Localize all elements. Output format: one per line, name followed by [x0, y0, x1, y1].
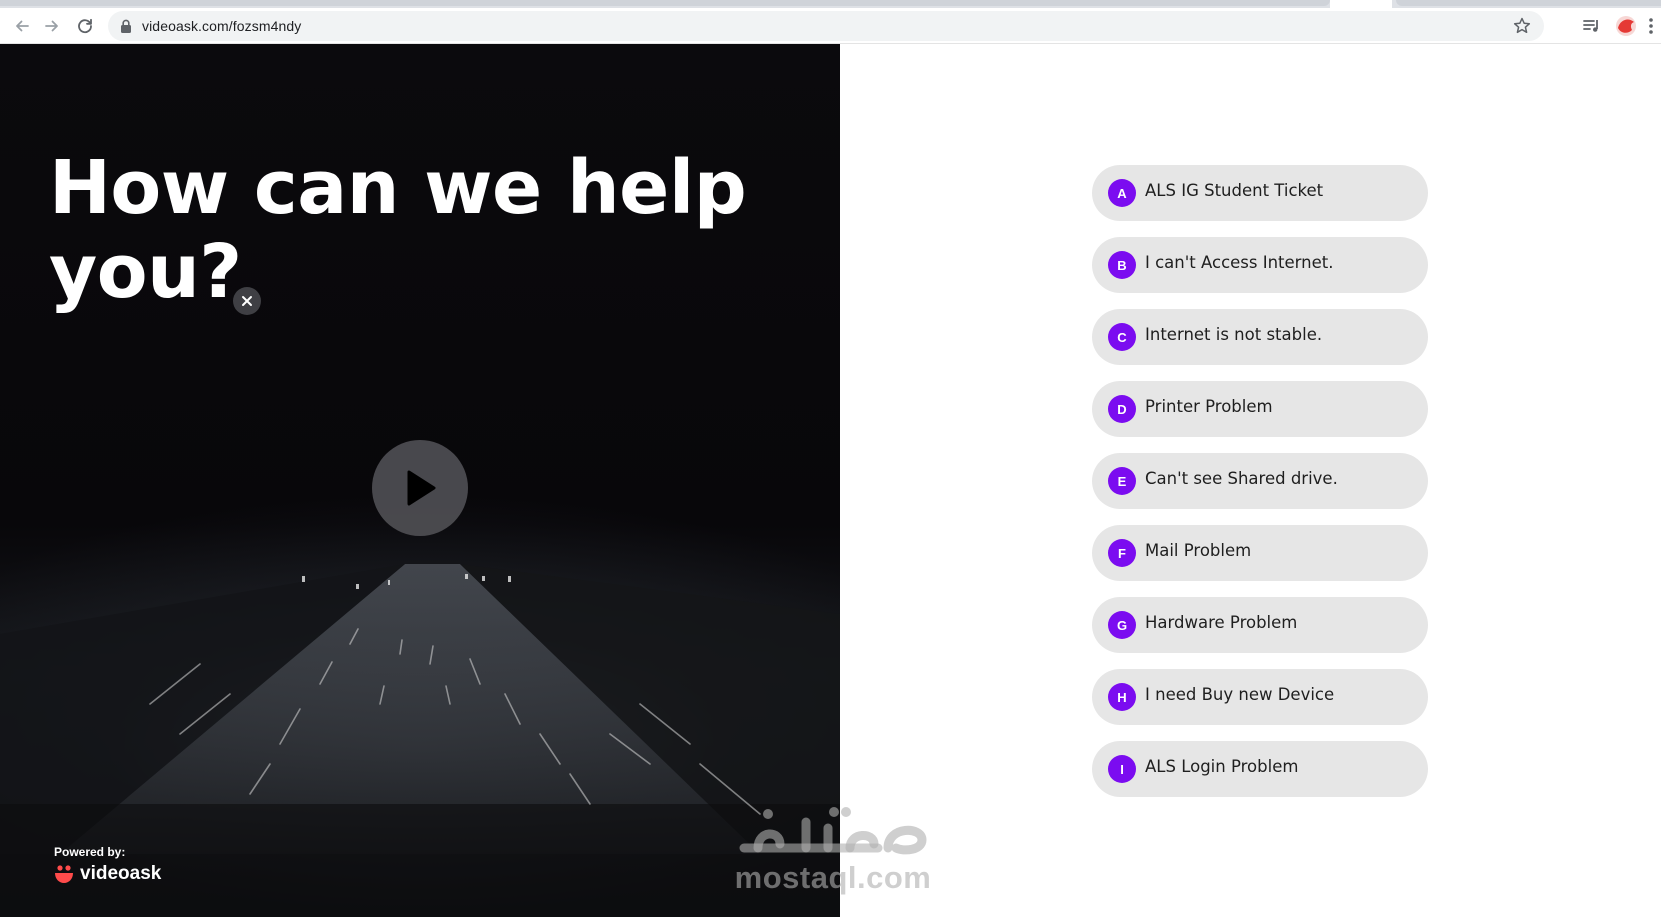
- arrow-right-icon: [45, 20, 58, 32]
- page-title: How can we help you?: [49, 145, 747, 315]
- option-letter-badge: G: [1108, 611, 1136, 639]
- profile-avatar-icon: [1616, 16, 1636, 36]
- option-label: I need Buy new Device: [1145, 685, 1335, 704]
- mostaql-logo: [739, 807, 927, 855]
- play-icon: [407, 470, 436, 506]
- option-letter-badge: B: [1108, 251, 1136, 279]
- videoask-logo[interactable]: videoask: [54, 862, 161, 886]
- media-queue-icon: [1583, 20, 1598, 32]
- option-f[interactable]: F Mail Problem: [1092, 525, 1428, 581]
- back-button[interactable]: [10, 14, 34, 38]
- option-letter-badge: D: [1108, 395, 1136, 423]
- option-h[interactable]: H I need Buy new Device: [1092, 669, 1428, 725]
- option-letter-badge: E: [1108, 467, 1136, 495]
- inactive-tabs-right[interactable]: [1396, 0, 1661, 6]
- option-label: ALS IG Student Ticket: [1145, 181, 1324, 200]
- option-b[interactable]: B I can't Access Internet.: [1092, 237, 1428, 293]
- option-label: Internet is not stable.: [1145, 325, 1323, 344]
- option-letter-badge: F: [1108, 539, 1136, 567]
- video-panel[interactable]: How can we help you? Powered by: videoas…: [0, 44, 840, 917]
- option-letter-badge: C: [1108, 323, 1136, 351]
- option-label: I can't Access Internet.: [1145, 253, 1334, 272]
- powered-by-label: Powered by:: [54, 845, 126, 859]
- close-button[interactable]: [233, 287, 261, 315]
- url-text[interactable]: videoask.com/fozsm4ndy: [142, 18, 301, 34]
- browser-toolbar: videoask.com/fozsm4ndy: [0, 8, 1661, 44]
- option-e[interactable]: E Can't see Shared drive.: [1092, 453, 1428, 509]
- media-queue-button[interactable]: [1580, 14, 1604, 38]
- lock-icon[interactable]: [120, 19, 132, 33]
- option-label: Hardware Problem: [1145, 613, 1298, 632]
- answer-options: A ALS IG Student Ticket B I can't Access…: [1092, 165, 1428, 813]
- kebab-menu-icon: [1649, 18, 1653, 34]
- watermark-text: mostaql.com: [734, 860, 932, 895]
- tab-strip: [0, 0, 1661, 8]
- option-c[interactable]: C Internet is not stable.: [1092, 309, 1428, 365]
- option-a[interactable]: A ALS IG Student Ticket: [1092, 165, 1428, 221]
- profile-button[interactable]: [1614, 14, 1638, 38]
- option-label: Mail Problem: [1145, 541, 1252, 560]
- arrow-left-icon: [16, 20, 29, 32]
- option-i[interactable]: I ALS Login Problem: [1092, 741, 1428, 797]
- active-tab[interactable]: [1330, 0, 1392, 8]
- forward-button[interactable]: [40, 14, 64, 38]
- reload-button[interactable]: [73, 14, 97, 38]
- mostaql-watermark: mostaql.com: [728, 800, 938, 900]
- option-letter-badge: I: [1108, 755, 1136, 783]
- brand-name: videoask: [80, 863, 162, 884]
- option-d[interactable]: D Printer Problem: [1092, 381, 1428, 437]
- browser-menu-button[interactable]: [1644, 14, 1658, 38]
- close-icon: [242, 296, 252, 306]
- option-label: Can't see Shared drive.: [1145, 469, 1338, 488]
- option-label: ALS Login Problem: [1145, 757, 1299, 776]
- option-g[interactable]: G Hardware Problem: [1092, 597, 1428, 653]
- play-button[interactable]: [372, 440, 468, 536]
- option-letter-badge: A: [1108, 179, 1136, 207]
- videoask-logo-icon: [55, 865, 73, 883]
- reload-icon: [78, 18, 92, 34]
- inactive-tabs[interactable]: [0, 0, 1330, 6]
- address-bar[interactable]: videoask.com/fozsm4ndy: [108, 11, 1544, 41]
- option-label: Printer Problem: [1145, 397, 1273, 416]
- option-letter-badge: H: [1108, 683, 1136, 711]
- star-icon[interactable]: [1512, 16, 1532, 36]
